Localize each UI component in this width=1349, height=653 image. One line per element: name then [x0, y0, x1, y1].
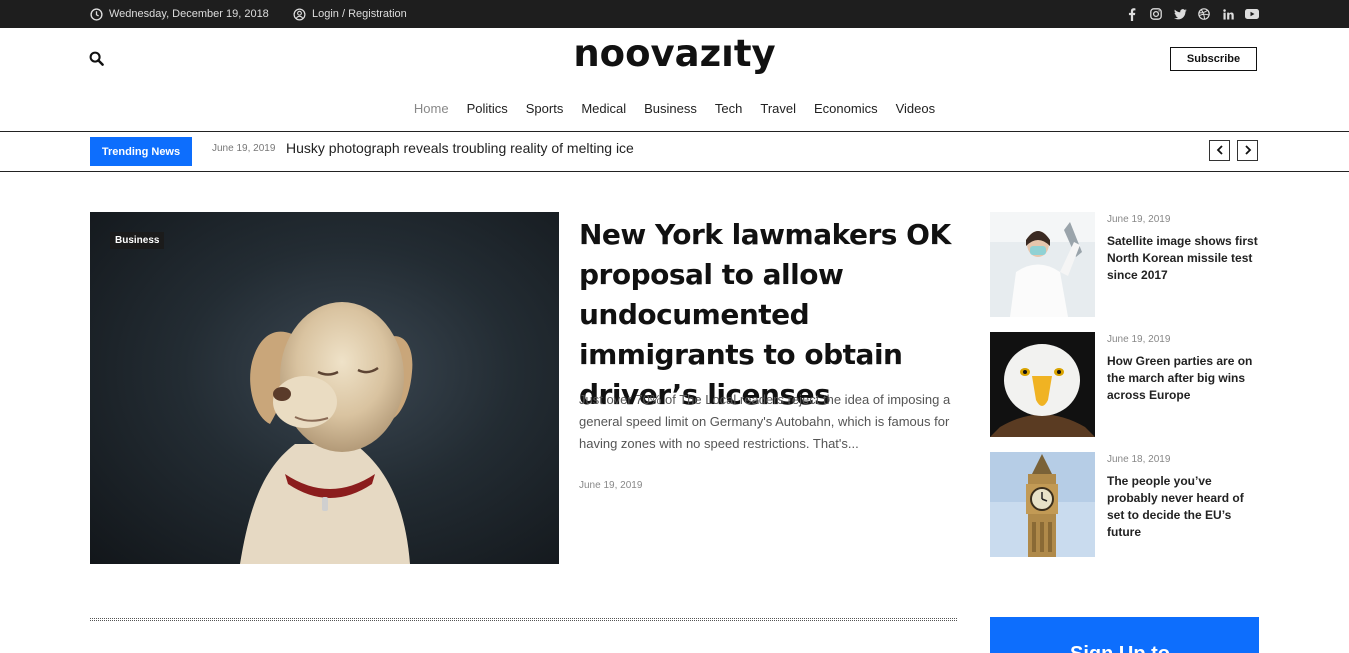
section-divider: [90, 618, 957, 621]
instagram-icon[interactable]: [1149, 7, 1163, 21]
side-post: June 19, 2019 Satellite image shows firs…: [990, 212, 1260, 317]
trending-badge: Trending News: [90, 137, 192, 166]
nav-item-medical[interactable]: Medical: [581, 101, 626, 116]
featured-date: June 19, 2019: [579, 480, 643, 491]
user-circle-icon: [293, 8, 306, 21]
side-post-date: June 19, 2019: [1107, 334, 1171, 345]
divider: [0, 171, 1349, 172]
nav-item-tech[interactable]: Tech: [715, 101, 742, 116]
side-post-thumbnail[interactable]: [990, 332, 1095, 437]
nav-item-travel[interactable]: Travel: [760, 101, 796, 116]
clock-tower-photo: [990, 452, 1095, 557]
nav-item-politics[interactable]: Politics: [467, 101, 508, 116]
current-date: Wednesday, December 19, 2018: [109, 8, 269, 20]
category-badge[interactable]: Business: [110, 232, 165, 249]
site-logo[interactable]: noovazıty: [0, 32, 1349, 75]
side-post: June 18, 2019 The people you’ve probably…: [990, 452, 1260, 557]
signup-heading: Sign Up to: [1070, 643, 1170, 653]
side-post-date: June 19, 2019: [1107, 214, 1171, 225]
facebook-icon[interactable]: [1125, 7, 1139, 21]
top-bar: Wednesday, December 19, 2018 Login / Reg…: [0, 0, 1349, 28]
nav-item-business[interactable]: Business: [644, 101, 697, 116]
side-post: June 19, 2019 How Green parties are on t…: [990, 332, 1260, 437]
dribbble-icon[interactable]: [1197, 7, 1211, 21]
social-links: [1125, 0, 1259, 28]
side-post-thumbnail[interactable]: [990, 212, 1095, 317]
trending-headline[interactable]: Husky photograph reveals troubling reali…: [286, 140, 634, 156]
side-post-title[interactable]: Satellite image shows first North Korean…: [1107, 233, 1262, 284]
side-post-title[interactable]: How Green parties are on the march after…: [1107, 353, 1262, 404]
nav-item-home[interactable]: Home: [414, 101, 449, 116]
side-post-title[interactable]: The people you’ve probably never heard o…: [1107, 473, 1262, 541]
featured-image[interactable]: Business: [90, 212, 559, 564]
chevron-left-icon: [1216, 142, 1224, 160]
youtube-icon[interactable]: [1245, 7, 1259, 21]
main-nav: Home Politics Sports Medical Business Te…: [0, 101, 1349, 116]
signup-widget[interactable]: Sign Up to: [990, 617, 1259, 653]
dog-photo: [240, 302, 413, 564]
doctor-photo: [990, 212, 1095, 317]
nav-item-videos[interactable]: Videos: [896, 101, 936, 116]
date-display: Wednesday, December 19, 2018: [90, 0, 269, 28]
divider: [0, 131, 1349, 132]
side-post-thumbnail[interactable]: [990, 452, 1095, 557]
nav-item-sports[interactable]: Sports: [526, 101, 564, 116]
chevron-right-icon: [1244, 142, 1252, 160]
clock-icon: [90, 7, 103, 21]
eagle-photo: [990, 332, 1095, 437]
trending-date: June 19, 2019: [212, 143, 276, 154]
trending-prev-button[interactable]: [1209, 140, 1230, 161]
login-link[interactable]: Login / Registration: [293, 0, 407, 28]
featured-excerpt: Just over 70% of The Local readers rejec…: [579, 392, 951, 451]
side-post-date: June 18, 2019: [1107, 454, 1171, 465]
linkedin-icon[interactable]: [1221, 7, 1235, 21]
subscribe-button[interactable]: Subscribe: [1170, 47, 1257, 71]
nav-item-economics[interactable]: Economics: [814, 101, 878, 116]
login-label: Login / Registration: [312, 8, 407, 20]
trending-next-button[interactable]: [1237, 140, 1258, 161]
twitter-icon[interactable]: [1173, 7, 1187, 21]
featured-title[interactable]: New York lawmakers OK proposal to allow …: [579, 215, 979, 415]
